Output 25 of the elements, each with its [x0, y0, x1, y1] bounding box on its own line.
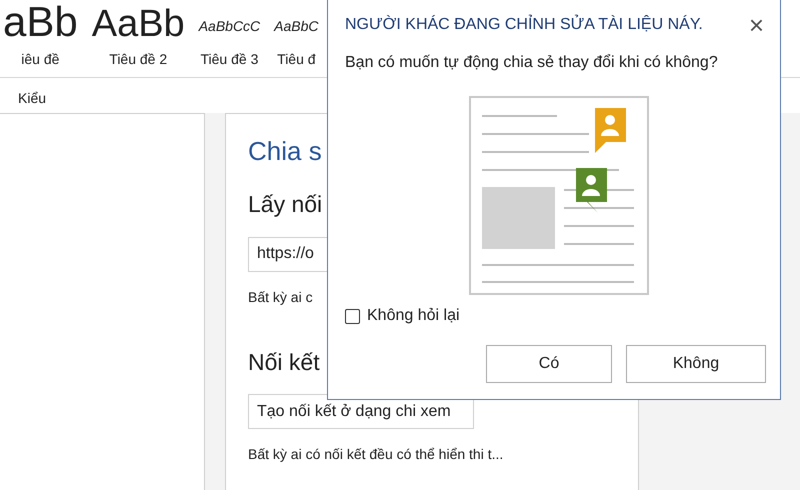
style-sample: AaBbCcC: [198, 19, 260, 33]
no-button[interactable]: Không: [626, 345, 766, 383]
style-label: Tiêu đề 2: [109, 51, 168, 67]
group-label: Kiểu: [17, 89, 48, 106]
style-gallery-item[interactable]: aBb iêu đề: [0, 0, 85, 77]
dialog-message: Bạn có muốn tự động chia sẻ thay đổi khi có không?: [345, 54, 719, 72]
link-note: Bất kỳ ai c: [248, 288, 313, 305]
section-heading: Nối kết: [248, 348, 320, 376]
style-gallery-item[interactable]: AaBbCcC Tiêu đề 3: [192, 0, 268, 77]
style-label: iêu đề: [21, 51, 60, 67]
style-sample: AaBbC: [274, 19, 319, 33]
dialog-title: NGƯỜI KHÁC ĐANG CHỈNH SỬA TÀI LIỆU NÁY.: [345, 16, 703, 34]
close-button[interactable]: ×: [748, 12, 764, 38]
style-sample: aBb: [3, 1, 78, 43]
style-label: Tiêu đ: [277, 51, 316, 67]
style-label: Tiêu đề 3: [200, 51, 258, 67]
view-note: Bất kỳ ai có nối kết đều có thể hiển thi t...: [248, 446, 504, 462]
checkbox[interactable]: [345, 308, 360, 324]
yes-button[interactable]: Có: [486, 345, 612, 383]
style-sample: AaBb: [92, 5, 185, 43]
checkbox-label: Không hỏi lại: [367, 307, 460, 325]
section-heading: Lấy nối: [248, 191, 322, 219]
pane-title: Chia s: [248, 136, 322, 168]
style-gallery-item[interactable]: AaBbC Tiêu đ: [267, 0, 326, 77]
style-gallery-item[interactable]: AaBb Tiêu đề 2: [84, 0, 192, 77]
